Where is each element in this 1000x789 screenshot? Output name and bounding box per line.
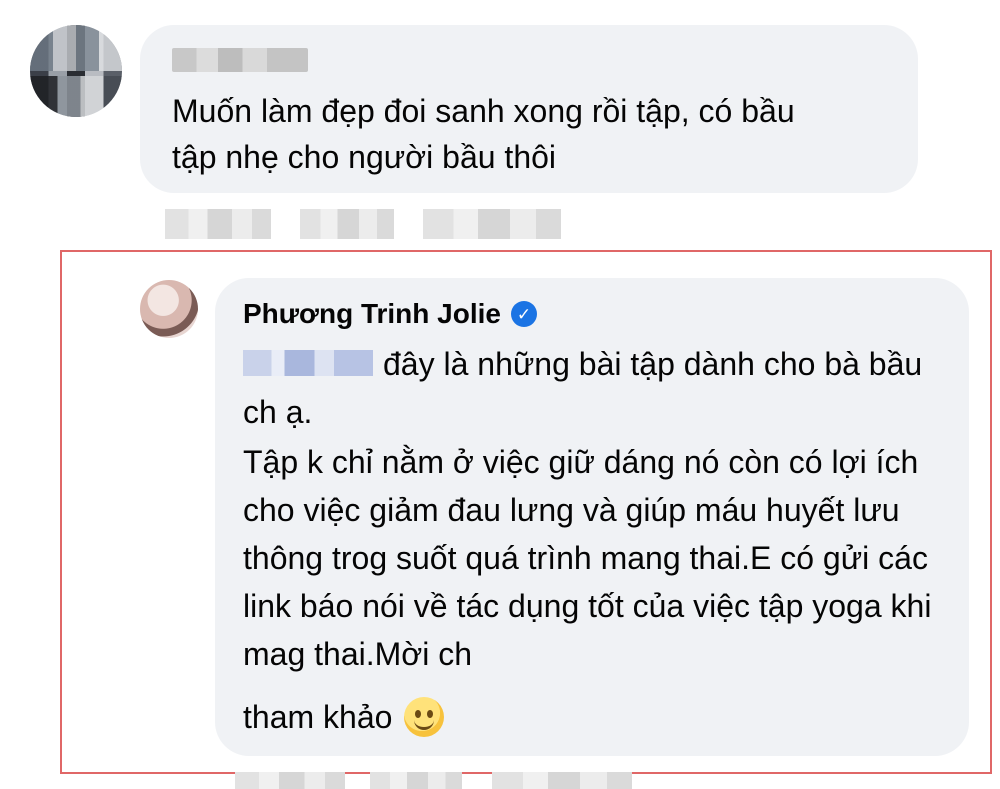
blurred-commenter-name[interactable] — [172, 48, 308, 72]
reply-text-first-line: đây là những bài tập dành cho bà bầu ch … — [243, 346, 923, 430]
smile-icon — [404, 697, 445, 737]
verified-badge-icon: ✓ — [510, 301, 537, 327]
reply-author-avatar[interactable] — [140, 280, 198, 338]
avatar-pixelation — [30, 75, 122, 117]
reply-author-name[interactable]: Phương Trinh Jolie — [243, 298, 501, 330]
blurred-reply-action[interactable] — [300, 209, 394, 239]
blurred-timestamp[interactable] — [423, 209, 561, 239]
comment-text-line: tập nhẹ cho người bầu thôi — [172, 139, 557, 175]
reply-text-closing: tham khảo — [243, 699, 393, 735]
avatar-pixelation — [30, 25, 122, 71]
blurred-timestamp[interactable] — [492, 772, 632, 789]
commenter-avatar[interactable] — [30, 25, 122, 117]
comment-text-line: Muốn làm đẹp đoi sanh xong rồi tập, có b… — [172, 93, 795, 129]
reply-text-last-line: tham khảo — [243, 693, 445, 741]
reply-author-row: Phương Trinh Jolie ✓ — [243, 294, 537, 334]
blurred-like-action[interactable] — [165, 209, 271, 239]
blurred-reply-action[interactable] — [370, 772, 462, 789]
reply-text-body: Tập k chỉ nằm ở việc giữ dáng nó còn có … — [243, 444, 932, 672]
blurred-like-action[interactable] — [235, 772, 345, 789]
